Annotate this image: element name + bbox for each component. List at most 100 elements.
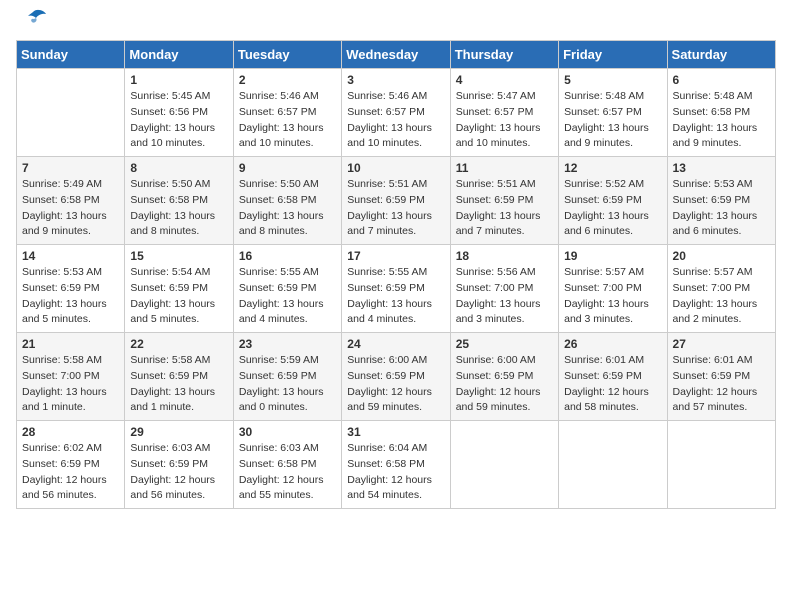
day-header-saturday: Saturday bbox=[667, 41, 775, 69]
day-number: 12 bbox=[564, 161, 661, 175]
day-info: Sunrise: 5:52 AM Sunset: 6:59 PM Dayligh… bbox=[564, 177, 661, 240]
day-number: 27 bbox=[673, 337, 770, 351]
day-number: 4 bbox=[456, 73, 553, 87]
day-info: Sunrise: 5:56 AM Sunset: 7:00 PM Dayligh… bbox=[456, 265, 553, 328]
day-info: Sunrise: 5:58 AM Sunset: 6:59 PM Dayligh… bbox=[130, 353, 227, 416]
day-number: 21 bbox=[22, 337, 119, 351]
day-number: 18 bbox=[456, 249, 553, 263]
day-header-tuesday: Tuesday bbox=[233, 41, 341, 69]
calendar-cell bbox=[667, 421, 775, 509]
calendar-cell: 9 Sunrise: 5:50 AM Sunset: 6:58 PM Daylig… bbox=[233, 157, 341, 245]
day-info: Sunrise: 5:55 AM Sunset: 6:59 PM Dayligh… bbox=[347, 265, 444, 328]
day-number: 25 bbox=[456, 337, 553, 351]
day-info: Sunrise: 6:01 AM Sunset: 6:59 PM Dayligh… bbox=[673, 353, 770, 416]
calendar-table: SundayMondayTuesdayWednesdayThursdayFrid… bbox=[16, 40, 776, 509]
calendar-cell: 15Sunrise: 5:54 AM Sunset: 6:59 PM Dayli… bbox=[125, 245, 233, 333]
calendar-cell bbox=[559, 421, 667, 509]
calendar-cell: 28 Sunrise: 6:02 AM Sunset: 6:59 PM Dayli… bbox=[17, 421, 125, 509]
day-info: Sunrise: 5:51 AM Sunset: 6:59 PM Dayligh… bbox=[456, 177, 553, 240]
day-info: Sunrise: 6:03 AM Sunset: 6:58 PM Dayligh… bbox=[239, 441, 336, 504]
calendar-cell: 11 Sunrise: 5:51 AM Sunset: 6:59 PM Dayli… bbox=[450, 157, 558, 245]
day-info: Sunrise: 5:48 AM Sunset: 6:57 PM Dayligh… bbox=[564, 89, 661, 152]
day-number: 22 bbox=[130, 337, 227, 351]
calendar-cell: 6Sunrise: 5:48 AM Sunset: 6:58 PM Daylig… bbox=[667, 69, 775, 157]
day-number: 28 bbox=[22, 425, 119, 439]
calendar-cell: 7 Sunrise: 5:49 AM Sunset: 6:58 PM Daylig… bbox=[17, 157, 125, 245]
calendar-cell: 12 Sunrise: 5:52 AM Sunset: 6:59 PM Dayli… bbox=[559, 157, 667, 245]
calendar-cell: 29 Sunrise: 6:03 AM Sunset: 6:59 PM Dayli… bbox=[125, 421, 233, 509]
calendar-cell bbox=[17, 69, 125, 157]
logo-bird-icon bbox=[18, 8, 48, 30]
calendar-cell: 1 Sunrise: 5:45 AM Sunset: 6:56 PM Daylig… bbox=[125, 69, 233, 157]
day-number: 16 bbox=[239, 249, 336, 263]
day-header-friday: Friday bbox=[559, 41, 667, 69]
day-number: 30 bbox=[239, 425, 336, 439]
day-number: 20 bbox=[673, 249, 770, 263]
calendar-cell: 4 Sunrise: 5:47 AM Sunset: 6:57 PM Daylig… bbox=[450, 69, 558, 157]
day-number: 19 bbox=[564, 249, 661, 263]
calendar-cell: 19 Sunrise: 5:57 AM Sunset: 7:00 PM Dayli… bbox=[559, 245, 667, 333]
calendar-cell: 14Sunrise: 5:53 AM Sunset: 6:59 PM Dayli… bbox=[17, 245, 125, 333]
day-number: 7 bbox=[22, 161, 119, 175]
calendar-cell: 25 Sunrise: 6:00 AM Sunset: 6:59 PM Dayli… bbox=[450, 333, 558, 421]
day-info: Sunrise: 5:57 AM Sunset: 7:00 PM Dayligh… bbox=[673, 265, 770, 328]
calendar-cell: 10 Sunrise: 5:51 AM Sunset: 6:59 PM Dayli… bbox=[342, 157, 450, 245]
logo bbox=[16, 16, 48, 30]
day-info: Sunrise: 5:58 AM Sunset: 7:00 PM Dayligh… bbox=[22, 353, 119, 416]
day-info: Sunrise: 5:53 AM Sunset: 6:59 PM Dayligh… bbox=[22, 265, 119, 328]
calendar-cell: 30 Sunrise: 6:03 AM Sunset: 6:58 PM Dayli… bbox=[233, 421, 341, 509]
day-header-wednesday: Wednesday bbox=[342, 41, 450, 69]
calendar-cell: 5 Sunrise: 5:48 AM Sunset: 6:57 PM Daylig… bbox=[559, 69, 667, 157]
calendar-cell: 31 Sunrise: 6:04 AM Sunset: 6:58 PM Dayli… bbox=[342, 421, 450, 509]
calendar-cell: 16 Sunrise: 5:55 AM Sunset: 6:59 PM Dayli… bbox=[233, 245, 341, 333]
day-number: 26 bbox=[564, 337, 661, 351]
calendar-cell: 20 Sunrise: 5:57 AM Sunset: 7:00 PM Dayli… bbox=[667, 245, 775, 333]
day-number: 6 bbox=[673, 73, 770, 87]
day-number: 31 bbox=[347, 425, 444, 439]
day-number: 9 bbox=[239, 161, 336, 175]
day-info: Sunrise: 5:50 AM Sunset: 6:58 PM Dayligh… bbox=[130, 177, 227, 240]
day-number: 23 bbox=[239, 337, 336, 351]
day-header-thursday: Thursday bbox=[450, 41, 558, 69]
day-number: 17 bbox=[347, 249, 444, 263]
day-info: Sunrise: 5:46 AM Sunset: 6:57 PM Dayligh… bbox=[347, 89, 444, 152]
calendar-cell: 3 Sunrise: 5:46 AM Sunset: 6:57 PM Daylig… bbox=[342, 69, 450, 157]
day-info: Sunrise: 5:46 AM Sunset: 6:57 PM Dayligh… bbox=[239, 89, 336, 152]
day-number: 2 bbox=[239, 73, 336, 87]
day-number: 11 bbox=[456, 161, 553, 175]
header bbox=[16, 16, 776, 30]
day-number: 13 bbox=[673, 161, 770, 175]
day-info: Sunrise: 5:51 AM Sunset: 6:59 PM Dayligh… bbox=[347, 177, 444, 240]
calendar-cell: 17 Sunrise: 5:55 AM Sunset: 6:59 PM Dayli… bbox=[342, 245, 450, 333]
day-info: Sunrise: 5:49 AM Sunset: 6:58 PM Dayligh… bbox=[22, 177, 119, 240]
calendar-cell: 18 Sunrise: 5:56 AM Sunset: 7:00 PM Dayli… bbox=[450, 245, 558, 333]
day-number: 5 bbox=[564, 73, 661, 87]
day-info: Sunrise: 5:55 AM Sunset: 6:59 PM Dayligh… bbox=[239, 265, 336, 328]
calendar-cell: 2 Sunrise: 5:46 AM Sunset: 6:57 PM Daylig… bbox=[233, 69, 341, 157]
day-info: Sunrise: 5:57 AM Sunset: 7:00 PM Dayligh… bbox=[564, 265, 661, 328]
day-info: Sunrise: 5:45 AM Sunset: 6:56 PM Dayligh… bbox=[130, 89, 227, 152]
day-info: Sunrise: 6:00 AM Sunset: 6:59 PM Dayligh… bbox=[347, 353, 444, 416]
day-header-sunday: Sunday bbox=[17, 41, 125, 69]
day-info: Sunrise: 6:00 AM Sunset: 6:59 PM Dayligh… bbox=[456, 353, 553, 416]
calendar-cell: 27 Sunrise: 6:01 AM Sunset: 6:59 PM Dayli… bbox=[667, 333, 775, 421]
day-info: Sunrise: 5:53 AM Sunset: 6:59 PM Dayligh… bbox=[673, 177, 770, 240]
day-info: Sunrise: 5:47 AM Sunset: 6:57 PM Dayligh… bbox=[456, 89, 553, 152]
day-info: Sunrise: 6:03 AM Sunset: 6:59 PM Dayligh… bbox=[130, 441, 227, 504]
calendar-cell: 21 Sunrise: 5:58 AM Sunset: 7:00 PM Dayli… bbox=[17, 333, 125, 421]
day-info: Sunrise: 5:59 AM Sunset: 6:59 PM Dayligh… bbox=[239, 353, 336, 416]
day-info: Sunrise: 6:02 AM Sunset: 6:59 PM Dayligh… bbox=[22, 441, 119, 504]
calendar-cell bbox=[450, 421, 558, 509]
day-number: 24 bbox=[347, 337, 444, 351]
day-number: 29 bbox=[130, 425, 227, 439]
calendar-cell: 22 Sunrise: 5:58 AM Sunset: 6:59 PM Dayli… bbox=[125, 333, 233, 421]
day-number: 3 bbox=[347, 73, 444, 87]
day-number: 1 bbox=[130, 73, 227, 87]
calendar-cell: 13 Sunrise: 5:53 AM Sunset: 6:59 PM Dayli… bbox=[667, 157, 775, 245]
day-info: Sunrise: 5:50 AM Sunset: 6:58 PM Dayligh… bbox=[239, 177, 336, 240]
calendar-cell: 26Sunrise: 6:01 AM Sunset: 6:59 PM Dayli… bbox=[559, 333, 667, 421]
calendar-cell: 24 Sunrise: 6:00 AM Sunset: 6:59 PM Dayli… bbox=[342, 333, 450, 421]
day-number: 10 bbox=[347, 161, 444, 175]
day-info: Sunrise: 6:04 AM Sunset: 6:58 PM Dayligh… bbox=[347, 441, 444, 504]
day-number: 15 bbox=[130, 249, 227, 263]
